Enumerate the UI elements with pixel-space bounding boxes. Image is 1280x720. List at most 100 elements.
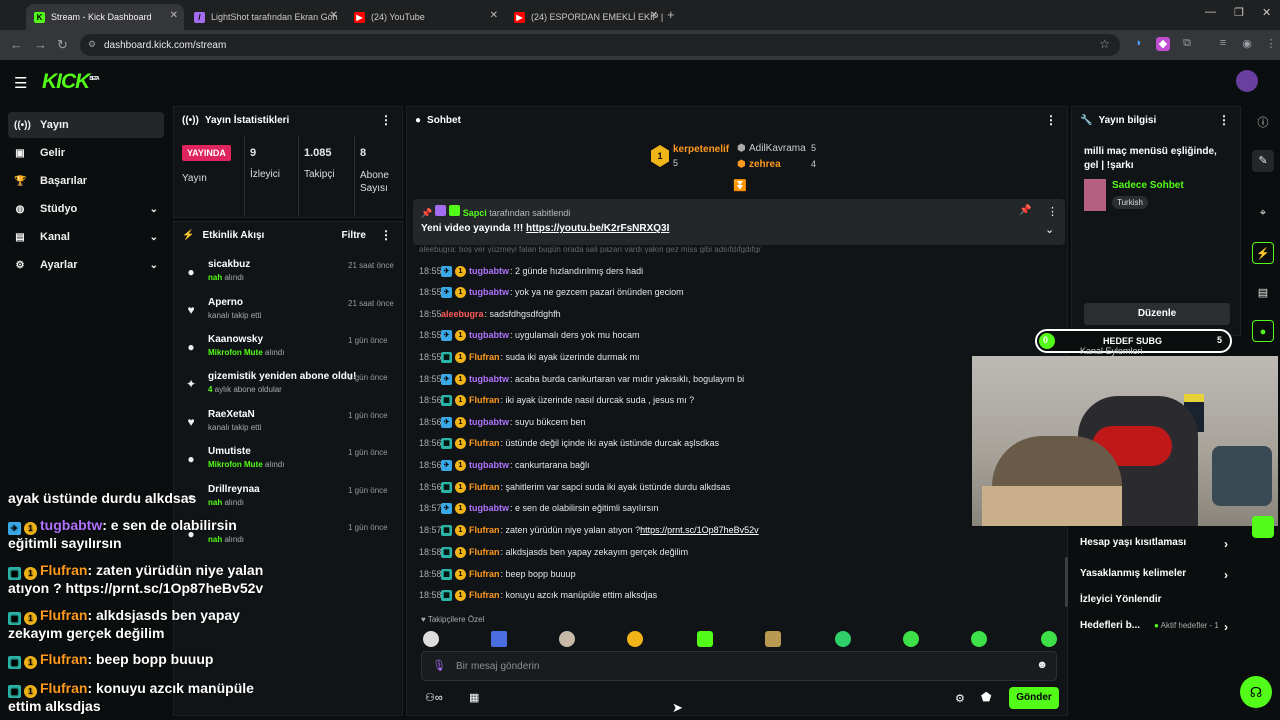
activity-name[interactable]: Umutiste <box>208 446 251 457</box>
chat-link[interactable]: https://prnt.sc/1Op87heBv52v <box>640 525 759 535</box>
emoji-picker-icon[interactable]: ☻ <box>1036 659 1048 671</box>
support-headset-icon[interactable]: ☊ <box>1240 676 1272 708</box>
emote-cat-icon[interactable] <box>559 631 575 647</box>
sidebar-item-kanal[interactable]: ▤ Kanal ⌄ <box>8 224 164 250</box>
unpin-icon[interactable]: 📌 <box>1019 205 1031 216</box>
close-tab-icon[interactable]: ✕ <box>330 10 338 21</box>
banned-words[interactable]: Yasaklanmış kelimeler › <box>1080 568 1230 588</box>
more-options-icon[interactable]: ⋮ <box>380 113 392 127</box>
target-icon[interactable]: ⌖ <box>1252 202 1274 224</box>
leader-third-name[interactable]: zehrea <box>749 159 781 170</box>
sidebar-item-ayarlar[interactable]: ⚙ Ayarlar ⌄ <box>8 252 164 278</box>
translate-extension-icon[interactable]: ◗ <box>1132 37 1146 51</box>
extension-icon[interactable]: ◆ <box>1156 37 1170 51</box>
chat-username[interactable]: tugbabtw <box>469 374 509 384</box>
url-field[interactable]: ⚙ dashboard.kick.com/stream ☆ <box>80 34 1120 56</box>
chat-username[interactable]: Flufran <box>469 482 500 492</box>
more-options-icon[interactable]: ⋮ <box>380 228 392 242</box>
expand-leaderboard-icon[interactable]: ⏬ <box>733 179 747 192</box>
viewer-redirect[interactable]: İzleyici Yönlendir <box>1080 594 1230 614</box>
new-tab-button[interactable]: + <box>667 7 675 22</box>
chat-username[interactable]: aleebugra <box>441 309 484 319</box>
chat-username[interactable]: Flufran <box>469 395 500 405</box>
activity-name[interactable]: gizemistik yeniden abone oldu! <box>208 371 356 382</box>
chat-username[interactable]: tugbabtw <box>469 330 509 340</box>
filter-button[interactable]: Filtre <box>342 230 366 241</box>
emote-ghost-icon[interactable] <box>423 631 439 647</box>
hamburger-menu-icon[interactable]: ☰ <box>14 74 27 92</box>
account-age-restriction[interactable]: Hesap yaşı kısıtlaması › <box>1080 537 1230 557</box>
edit-button[interactable]: Düzenle <box>1084 303 1230 325</box>
pinned-link[interactable]: https://youtu.be/K2rFsNRXQ3I <box>526 223 669 234</box>
chat-username[interactable]: Flufran <box>469 352 500 362</box>
activity-name[interactable]: sicakbuz <box>208 259 250 270</box>
more-options-icon[interactable]: ⋮ <box>1045 113 1057 127</box>
chat-username[interactable]: Flufran <box>469 569 500 579</box>
chat-username[interactable]: Flufran <box>469 547 500 557</box>
goals-setting[interactable]: Hedefleri b... ● Aktif hedefler - 1 › <box>1080 620 1230 640</box>
activity-name[interactable]: RaeXetaN <box>208 409 255 420</box>
activity-name[interactable]: Kaanowsky <box>208 334 263 345</box>
chat-rules-icon[interactable]: ⬟ <box>981 690 991 704</box>
kick-logo[interactable]: KICKBETA <box>42 70 100 94</box>
forward-icon[interactable]: → <box>34 37 47 52</box>
calendar-icon[interactable]: ▦ <box>469 691 479 704</box>
maximize-icon[interactable]: ❐ <box>1234 6 1244 19</box>
chat-username[interactable]: tugbabtw <box>469 503 509 513</box>
back-icon[interactable]: ← <box>10 37 23 52</box>
emote-happy-icon[interactable] <box>1041 631 1057 647</box>
activity-name[interactable]: Aperno <box>208 297 243 308</box>
sidebar-item-studyo[interactable]: ◍ Stüdyo ⌄ <box>8 196 164 222</box>
info-icon[interactable]: ⓘ <box>1252 112 1274 134</box>
side-action-icon[interactable] <box>1252 516 1274 538</box>
lightning-icon[interactable]: ⚡ <box>1252 242 1274 264</box>
chat-username[interactable]: tugbabtw <box>469 266 509 276</box>
more-options-icon[interactable]: ⋮ <box>1218 113 1230 127</box>
emote-cry-icon[interactable] <box>971 631 987 647</box>
document-icon[interactable]: ▤ <box>1252 282 1274 304</box>
minimize-icon[interactable]: — <box>1205 6 1216 18</box>
media-control-icon[interactable]: ≡ <box>1216 37 1230 51</box>
chat-scrollbar[interactable] <box>1065 557 1068 607</box>
browser-menu-icon[interactable]: ⋮ <box>1264 37 1278 51</box>
emote-clown-icon[interactable] <box>835 631 851 647</box>
emote-laugh-icon[interactable] <box>903 631 919 647</box>
tab-kick-dashboard[interactable]: K Stream - Kick Dashboard ✕ <box>26 4 184 30</box>
chat-username[interactable]: tugbabtw <box>469 287 509 297</box>
leader-second-name[interactable]: AdilKavrama <box>749 143 806 154</box>
emote-face-icon[interactable] <box>627 631 643 647</box>
site-info-icon[interactable]: ⚙ <box>88 39 96 50</box>
category-name[interactable]: Sadece Sohbet <box>1112 180 1184 191</box>
sidebar-item-gelir[interactable]: ▣ Gelir <box>8 140 164 166</box>
chat-username[interactable]: Flufran <box>469 438 500 448</box>
extensions-puzzle-icon[interactable]: ⧉ <box>1180 37 1194 51</box>
sidebar-item-yayin[interactable]: ((•)) Yayın <box>8 112 164 138</box>
profile-icon[interactable]: ◉ <box>1240 37 1254 51</box>
emote-abi-icon[interactable] <box>491 631 507 647</box>
bookmark-star-icon[interactable]: ☆ <box>1099 37 1110 51</box>
user-avatar[interactable] <box>1236 70 1258 92</box>
edit-pencil-icon[interactable]: ✎ <box>1252 150 1274 172</box>
close-tab-icon[interactable]: ✕ <box>490 10 498 21</box>
leader-first-name[interactable]: kerpetenelif <box>673 144 729 155</box>
chat-username[interactable]: tugbabtw <box>469 417 509 427</box>
tab-youtube-esport[interactable]: ▶ (24) ESPORDAN EMEKLİ EKİP | C ✕ <box>506 4 664 30</box>
chevron-down-icon[interactable]: ⌄ <box>1045 223 1054 236</box>
send-button[interactable]: Gönder <box>1009 687 1059 709</box>
reload-icon[interactable]: ↻ <box>57 37 68 53</box>
chat-input[interactable]: 🎙 Bir mesaj gönderin ☻ <box>421 651 1057 681</box>
close-window-icon[interactable]: ✕ <box>1262 6 1271 19</box>
sidebar-item-basarilar[interactable]: 🏆 Başarılar <box>8 168 164 194</box>
chat-username[interactable]: tugbabtw <box>469 460 509 470</box>
chat-username[interactable]: Flufran <box>469 590 500 600</box>
chat-username[interactable]: Flufran <box>469 525 500 535</box>
chat-settings-icon[interactable]: ⚙ <box>955 692 965 705</box>
emote-sign-icon[interactable] <box>765 631 781 647</box>
pinned-by-user[interactable]: Sapci <box>463 208 487 218</box>
pinned-options-icon[interactable]: ⋮ <box>1047 205 1058 218</box>
chat-users-icon[interactable]: ⚇∞ <box>425 691 443 704</box>
tab-lightshot[interactable]: / LightShot tarafından Ekran Gön ✕ <box>186 4 344 30</box>
close-tab-icon[interactable]: ✕ <box>170 10 178 21</box>
close-tab-icon[interactable]: ✕ <box>650 10 658 21</box>
tab-youtube[interactable]: ▶ (24) YouTube ✕ <box>346 4 504 30</box>
